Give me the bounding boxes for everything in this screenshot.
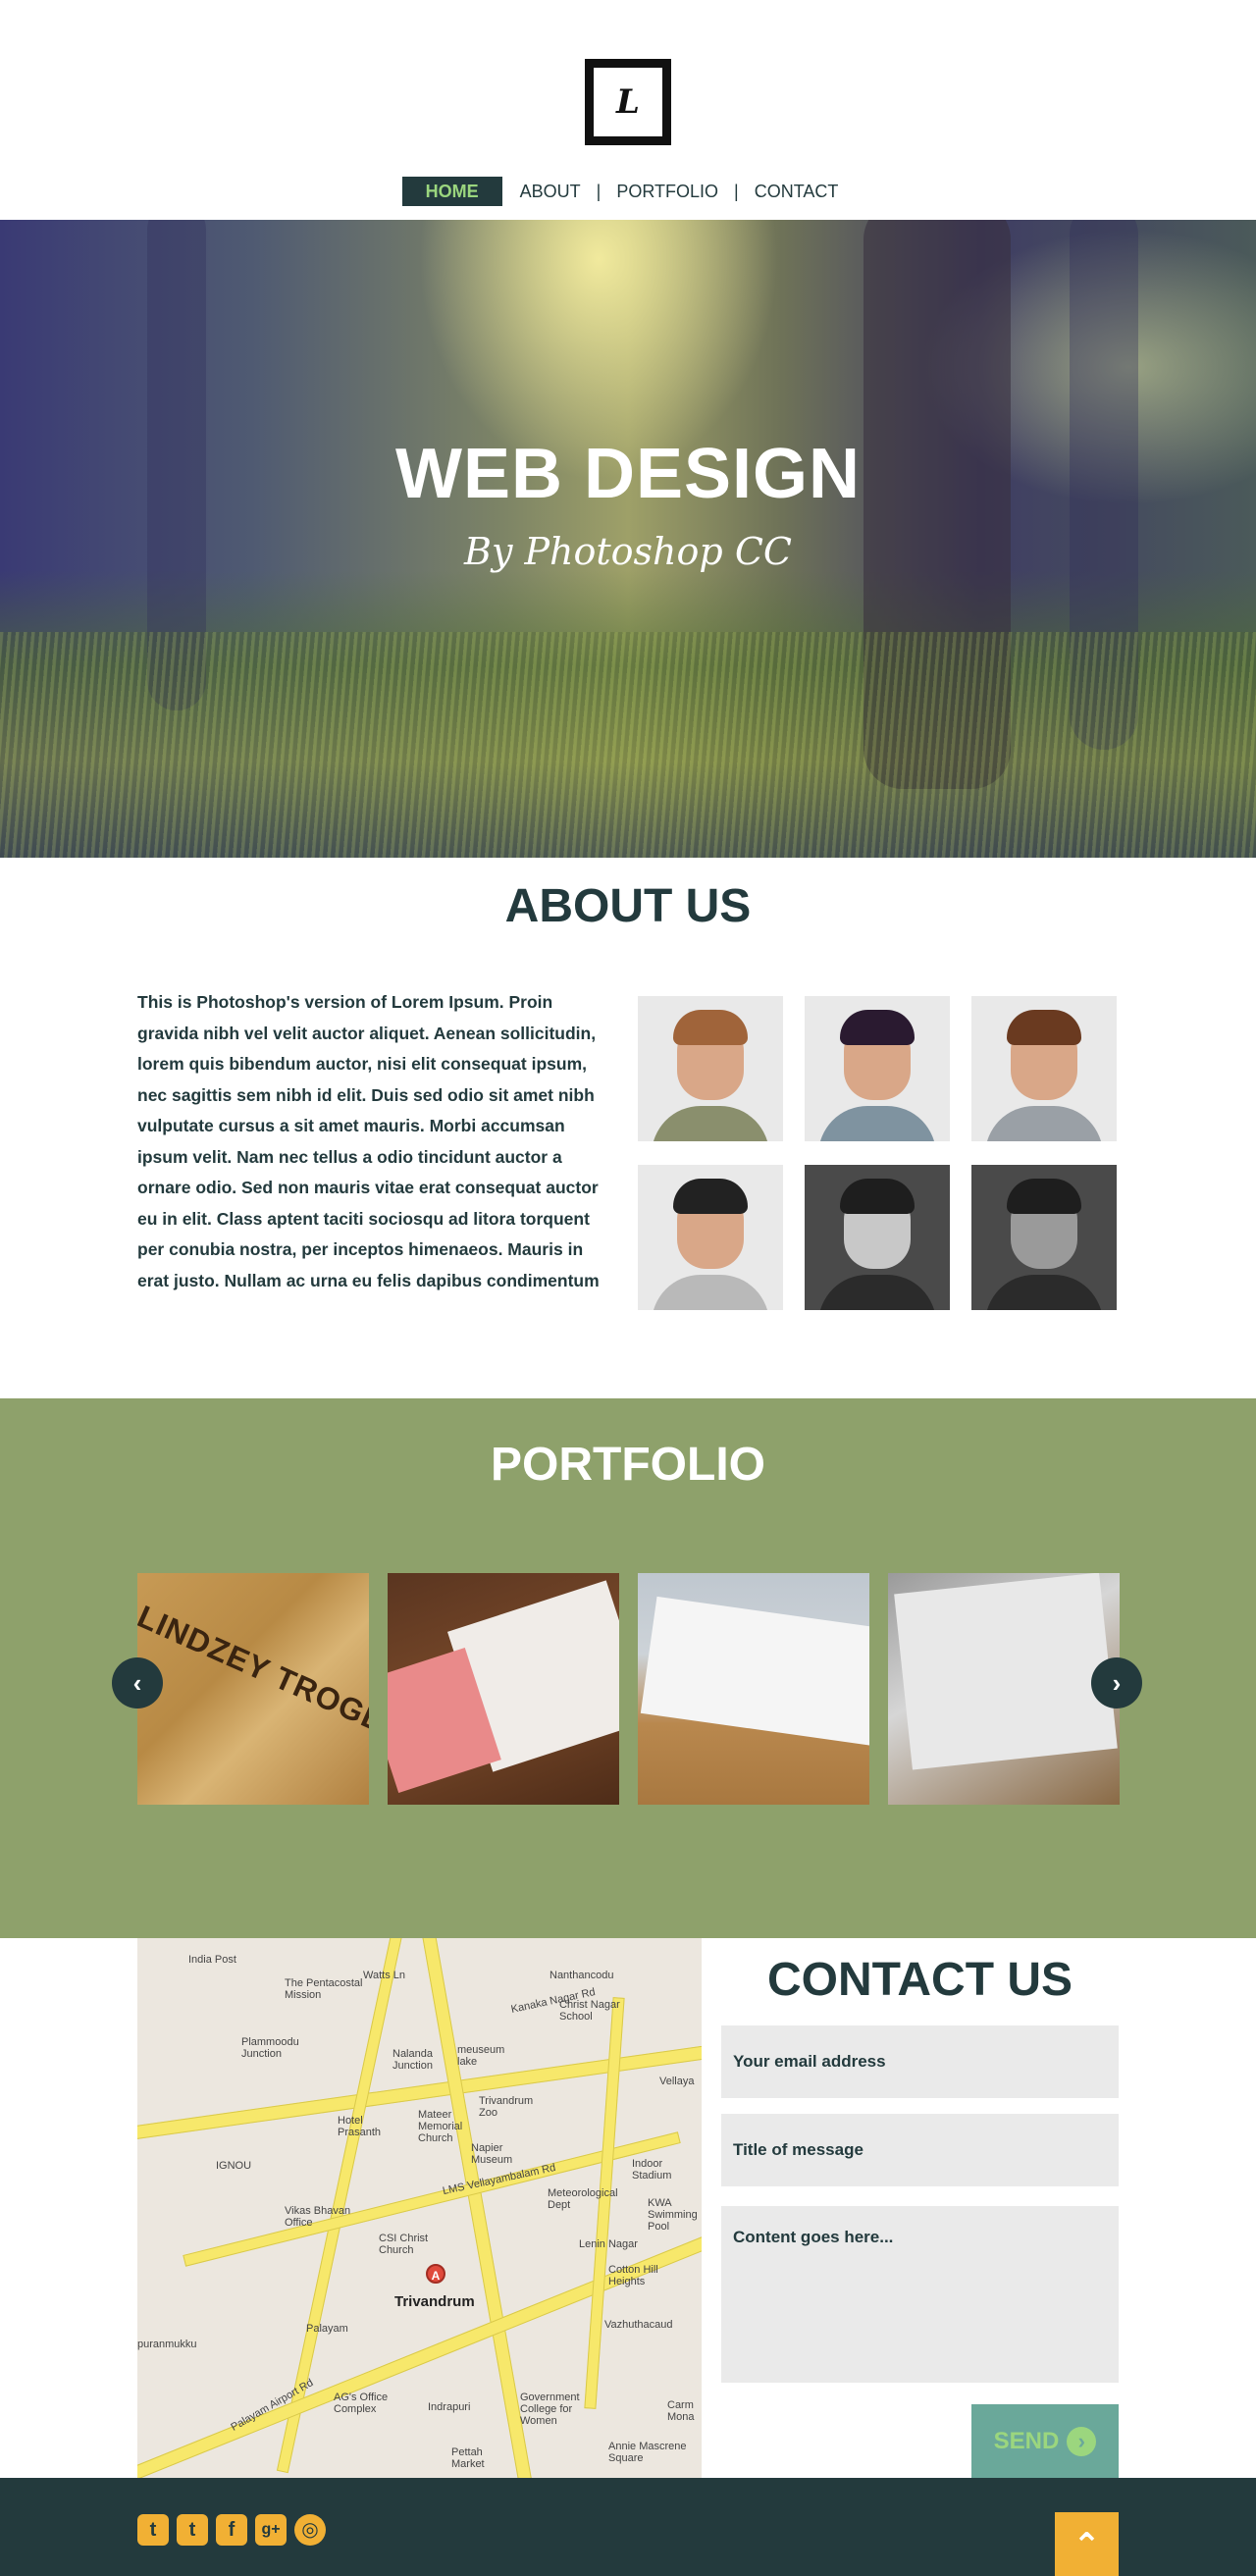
portfolio-item[interactable]: LINDZEY TROGDON <box>137 1573 369 1805</box>
map-label: LMS Vellayambalam Rd <box>442 2161 557 2198</box>
dribbble-icon[interactable]: ◎ <box>294 2514 326 2546</box>
tumblr-icon[interactable]: t <box>177 2514 208 2546</box>
map-label: Government College for Women <box>520 2392 580 2427</box>
hero-subtitle: By Photoshop CC <box>464 530 792 573</box>
avatar-hair <box>1007 1010 1081 1045</box>
map-label: Watts Ln <box>363 1970 405 1981</box>
map-label: Trivandrum Zoo <box>479 2095 534 2119</box>
nav-portfolio[interactable]: PORTFOLIO <box>601 177 734 206</box>
map-label: IGNOU <box>216 2160 252 2172</box>
avatar-hair <box>1007 1179 1081 1214</box>
message-title-field[interactable] <box>721 2114 1119 2186</box>
team-avatar[interactable] <box>805 1165 950 1310</box>
send-button-label: SEND <box>993 2427 1060 2454</box>
logo-letter: L <box>616 82 640 122</box>
map-label: Vazhuthacaud <box>604 2319 673 2331</box>
back-to-top-button[interactable]: ⌃ <box>1055 2512 1119 2576</box>
map-label: Nanthancodu <box>550 1970 614 1981</box>
chevron-left-icon: ‹ <box>132 1668 142 1698</box>
map-label: Plammoodu Junction <box>241 2036 299 2060</box>
nav-home[interactable]: HOME <box>401 177 502 206</box>
team-avatar[interactable] <box>971 996 1117 1141</box>
email-field[interactable] <box>721 2025 1119 2098</box>
map-label: Nalanda Junction <box>392 2048 433 2072</box>
avatar-body <box>652 1106 769 1141</box>
map-label: Christ Nagar School <box>559 1999 620 2023</box>
map-label: Annie Mascrene Square <box>608 2441 687 2464</box>
twitter-icon[interactable]: t <box>137 2514 169 2546</box>
avatar-body <box>985 1106 1103 1141</box>
map-label: Indrapuri <box>428 2401 471 2413</box>
site-logo[interactable]: L <box>585 59 671 145</box>
map-label: Indoor Stadium <box>632 2158 672 2182</box>
avatar-hair <box>840 1179 915 1214</box>
avatar-body <box>818 1106 936 1141</box>
portfolio-item[interactable] <box>388 1573 619 1805</box>
map-label: Palayam <box>306 2323 348 2335</box>
hero-title: WEB DESIGN <box>394 435 862 513</box>
about-title: ABOUT US <box>504 880 752 932</box>
map-label: Vellaya <box>659 2076 695 2087</box>
map-label: India Post <box>188 1954 236 1966</box>
avatar-body <box>652 1275 769 1310</box>
avatar-body <box>985 1275 1103 1310</box>
map-label: Meteorological Dept <box>548 2187 618 2211</box>
site-header: L HOME ABOUT | PORTFOLIO | CONTACT <box>0 0 1256 220</box>
map-marker-icon[interactable]: A <box>426 2264 445 2284</box>
chevron-right-icon: › <box>1112 1668 1122 1698</box>
map-label: Mateer Memorial Church <box>418 2109 463 2144</box>
team-avatar[interactable] <box>805 996 950 1141</box>
map-center-label: Trivandrum <box>394 2293 475 2310</box>
map-label: CSI Christ Church <box>379 2233 429 2256</box>
map-label: Lenin Nagar <box>579 2238 638 2250</box>
map-label: AG's Office Complex <box>334 2392 389 2415</box>
arrow-right-icon: › <box>1067 2426 1097 2456</box>
map-label: puranmukku <box>137 2339 197 2350</box>
map-label: meuseum lake <box>457 2044 505 2068</box>
map-label: Pettah Market <box>451 2446 485 2470</box>
map-label: Carm Mona <box>667 2399 695 2423</box>
team-avatar[interactable] <box>638 996 783 1141</box>
google-plus-icon[interactable]: g+ <box>255 2514 287 2546</box>
map-label: KWA Swimming Pool <box>648 2197 698 2233</box>
carousel-prev-button[interactable]: ‹ <box>112 1657 163 1709</box>
nav-about[interactable]: ABOUT <box>504 177 597 206</box>
contact-title: CONTACT US <box>766 1954 1073 2006</box>
map-label: Napier Museum <box>471 2142 513 2166</box>
hero-banner: WEB DESIGN By Photoshop CC <box>0 220 1256 858</box>
avatar-hair <box>673 1179 748 1214</box>
map-label: Vikas Bhavan Office <box>285 2205 351 2229</box>
main-nav: HOME ABOUT | PORTFOLIO | CONTACT <box>0 177 1256 206</box>
chevron-up-icon: ⌃ <box>1073 2527 1101 2564</box>
portfolio-item-page <box>894 1573 1118 1770</box>
avatar-hair <box>840 1010 915 1045</box>
portfolio-item-page <box>640 1596 869 1747</box>
portfolio-section: PORTFOLIO LINDZEY TROGDON <box>0 1398 1256 1938</box>
map-label: The Pentacostal Mission <box>285 1977 363 2001</box>
map-label: Cotton Hill Heights <box>608 2264 658 2287</box>
portfolio-item[interactable] <box>888 1573 1120 1805</box>
about-text: This is Photoshop's version of Lorem Ips… <box>137 992 600 1290</box>
facebook-icon[interactable]: f <box>216 2514 247 2546</box>
avatar-body <box>818 1275 936 1310</box>
portfolio-item-engraving: LINDZEY TROGDON <box>137 1598 369 1761</box>
map-label: Hotel Prasanth <box>338 2115 382 2138</box>
nav-contact[interactable]: CONTACT <box>739 177 855 206</box>
hero-grass <box>0 632 1256 858</box>
location-map[interactable]: India Post The Pentacostal Mission Watts… <box>137 1938 702 2478</box>
send-button[interactable]: SEND › <box>971 2404 1119 2478</box>
carousel-next-button[interactable]: › <box>1091 1657 1142 1709</box>
portfolio-title: PORTFOLIO <box>491 1439 765 1491</box>
map-road <box>420 1938 536 2478</box>
team-avatar[interactable] <box>971 1165 1117 1310</box>
portfolio-item[interactable] <box>638 1573 869 1805</box>
message-content-field[interactable] <box>721 2206 1119 2383</box>
team-avatar[interactable] <box>638 1165 783 1310</box>
avatar-hair <box>673 1010 748 1045</box>
